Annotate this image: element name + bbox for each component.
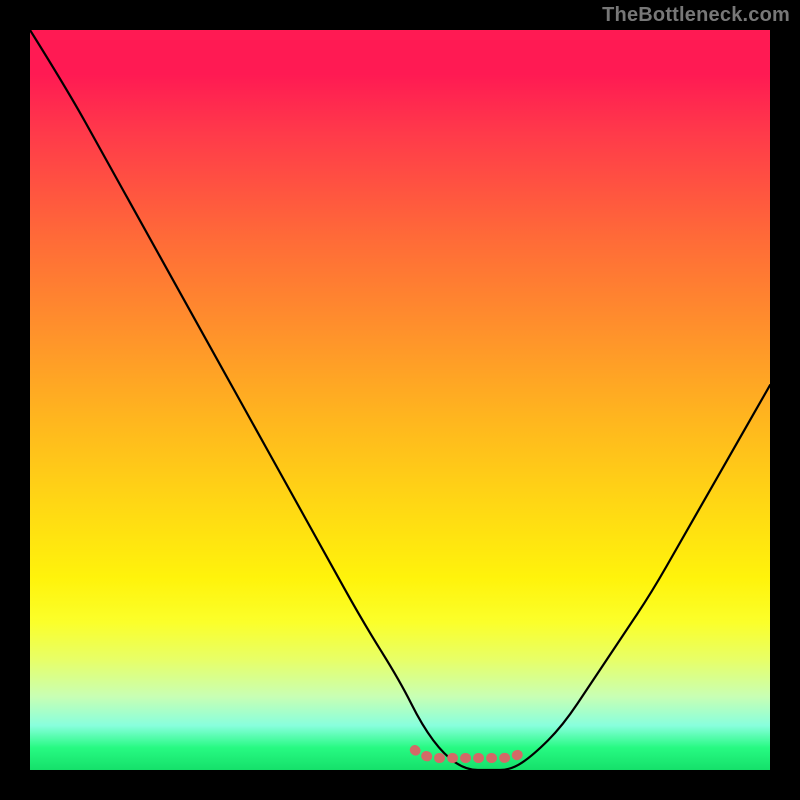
plot-area [30,30,770,770]
chart-frame: TheBottleneck.com [0,0,800,800]
trough-highlight [415,750,526,758]
watermark-label: TheBottleneck.com [602,4,790,27]
bottleneck-curve [30,30,770,770]
curve-svg [30,30,770,770]
